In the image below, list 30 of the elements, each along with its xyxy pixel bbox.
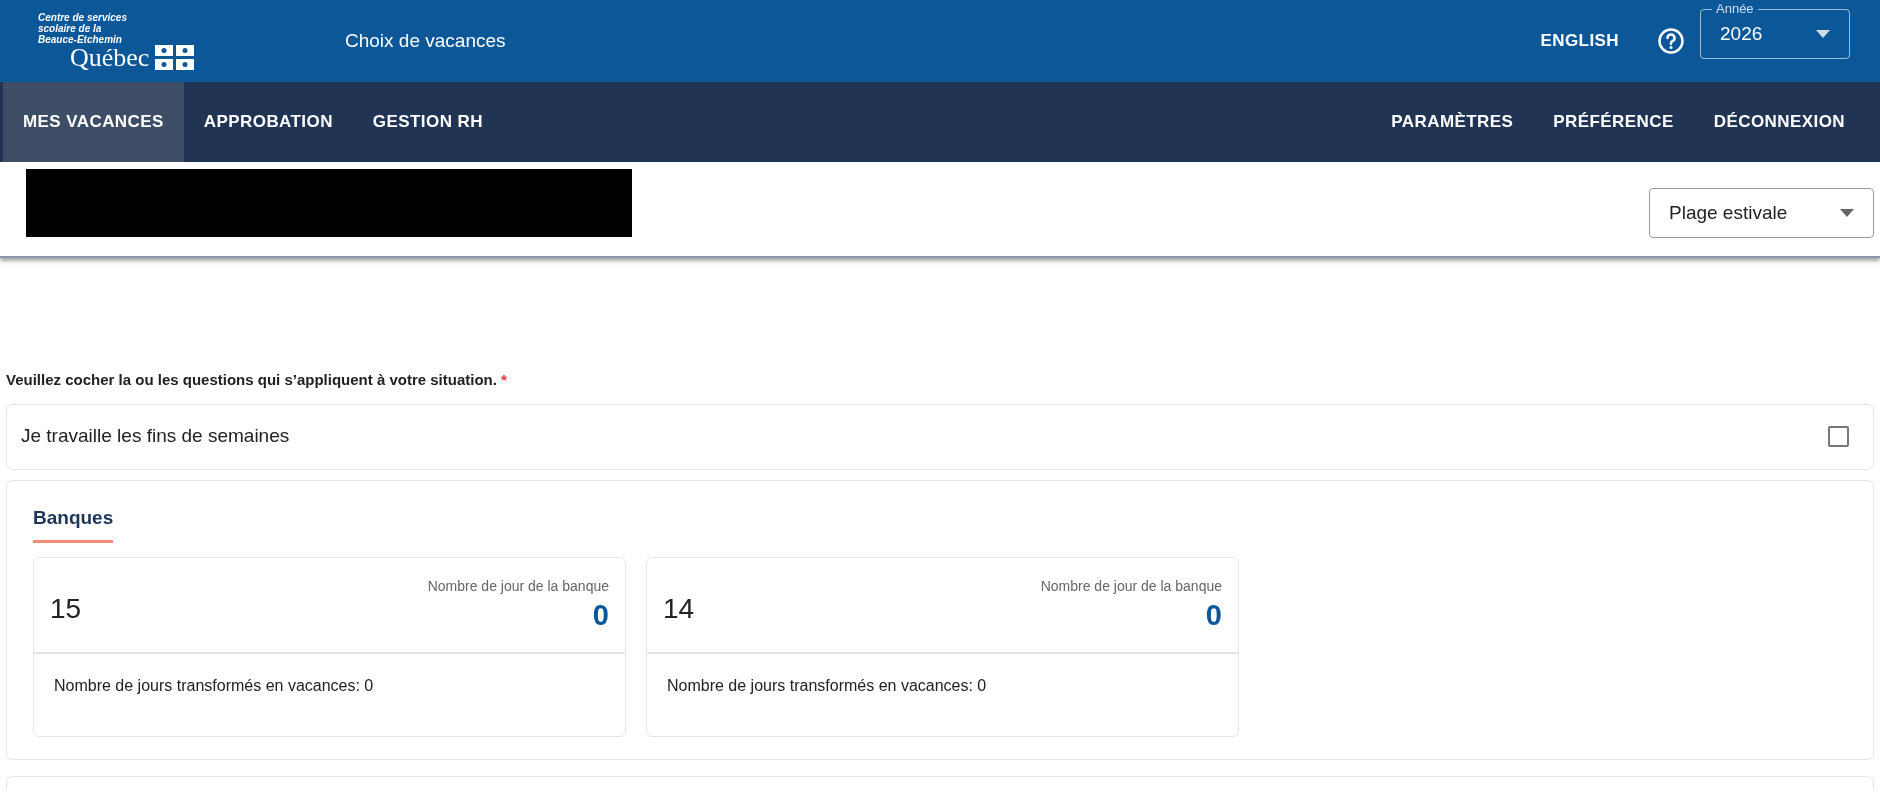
checkbox[interactable]	[1828, 426, 1849, 447]
section-title: Banques	[33, 503, 114, 543]
bank-number: 14	[663, 592, 695, 626]
nav-link[interactable]: PARAMÈTRES	[1371, 82, 1534, 162]
period-select[interactable]: Plage estivale	[1649, 188, 1874, 238]
help-icon[interactable]	[1657, 27, 1685, 55]
nav-tab[interactable]: MES VACANCES	[3, 82, 184, 162]
bank-caption: Nombre de jour de la banque	[427, 577, 609, 596]
nav-tab[interactable]: APPROBATION	[183, 82, 353, 162]
question-text: Veuillez cocher la ou les questions qui s’appliquent à votre situation. *	[6, 370, 508, 390]
nav-link[interactable]: DÉCONNEXION	[1693, 82, 1865, 162]
flag-logo-icon	[155, 44, 196, 71]
nav-tab[interactable]: GESTION RH	[352, 82, 503, 162]
bank-value: 0	[592, 598, 609, 633]
language-link[interactable]: ENGLISH	[1540, 28, 1619, 54]
logo-text: scolaire de la	[38, 22, 103, 34]
bank-footer-text: Nombre de jours transformés en vacances: 0	[54, 677, 374, 694]
dropdown-caret-icon	[1840, 209, 1854, 217]
app-title: Choix de vacances	[345, 28, 506, 53]
logo-wordmark: Québec	[70, 44, 150, 71]
bank-caption: Nombre de jour de la banque	[1040, 577, 1222, 596]
dropdown-caret-icon	[1816, 30, 1830, 38]
nav-link[interactable]: PRÉFÉRENCE	[1533, 82, 1694, 162]
bank-number: 15	[50, 592, 82, 626]
bank-value: 0	[1205, 598, 1222, 633]
option-row[interactable]: Je travaille les fins de semaines	[6, 403, 1874, 470]
logo-text: Centre de services	[38, 11, 128, 23]
logo-text: Beauce-Etchemin	[38, 33, 123, 45]
option-label: Je travaille les fins de semaines	[21, 424, 290, 449]
bank-footer-text: Nombre de jours transformés en vacances: 0	[667, 677, 987, 694]
